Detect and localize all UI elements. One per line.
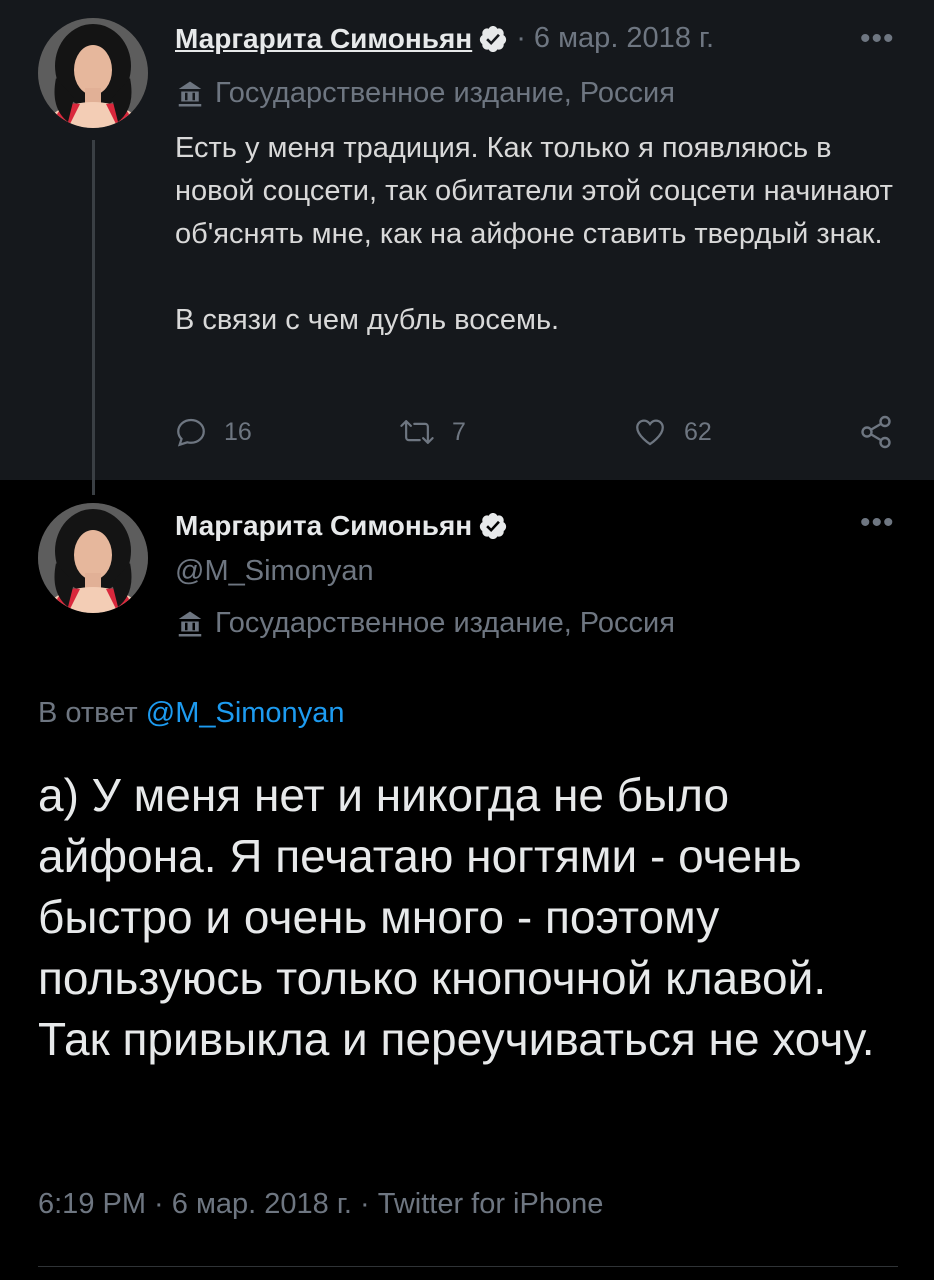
- like-button[interactable]: 62: [632, 415, 712, 449]
- affiliation-text: Государственное издание, Россия: [215, 607, 675, 639]
- share-button[interactable]: [858, 414, 910, 450]
- tweet-meta[interactable]: 6:19 PM · 6 мар. 2018 г. · Twitter for i…: [38, 1188, 603, 1221]
- tweet-paragraph: Есть у меня традиция. Как только я появл…: [175, 132, 893, 250]
- reply-button[interactable]: 16: [174, 415, 252, 449]
- tweet-paragraph: В связи с чем дубль восемь.: [175, 304, 560, 336]
- heart-icon: [636, 419, 664, 446]
- reply-count: 16: [224, 417, 252, 446]
- verified-badge-icon: [480, 25, 507, 52]
- tweet-text: Есть у меня традиция. Как только я появл…: [175, 127, 905, 342]
- retweet-icon: [400, 420, 434, 444]
- like-count: 62: [684, 417, 712, 446]
- parent-tweet[interactable]: Маргарита Симоньян · 6 мар. 2018 г. ••• …: [0, 0, 934, 495]
- avatar[interactable]: [38, 18, 148, 128]
- reply-bubble-icon: [177, 418, 205, 447]
- thread-connector-line: [92, 140, 95, 495]
- reply-prefix: В ответ: [38, 697, 138, 729]
- affiliation-text: Государственное издание, Россия: [215, 77, 675, 109]
- retweet-button[interactable]: 7: [398, 415, 466, 449]
- author-handle[interactable]: @M_Simonyan: [175, 555, 374, 588]
- more-dots-icon[interactable]: •••: [860, 24, 895, 54]
- affiliation-label: Государственное издание, Россия: [175, 607, 675, 640]
- tweet-text: а) У меня нет и никогда не было айфона. …: [38, 769, 875, 1065]
- avatar[interactable]: [38, 503, 148, 613]
- tweet-date[interactable]: · 6 мар. 2018 г.: [516, 22, 714, 55]
- author-row: Маргарита Симоньян: [175, 510, 508, 542]
- share-icon: [861, 415, 891, 449]
- government-building-icon: [178, 611, 202, 636]
- more-dots-icon[interactable]: •••: [860, 508, 895, 538]
- reply-context: В ответ @M_Simonyan: [38, 697, 344, 730]
- affiliation-label: Государственное издание, Россия: [175, 77, 675, 110]
- author-name[interactable]: Маргарита Симоньян: [175, 510, 472, 542]
- reply-to-handle-link[interactable]: @M_Simonyan: [146, 697, 345, 729]
- verified-badge-icon: [480, 513, 507, 540]
- author-name[interactable]: Маргарита Симоньян: [175, 23, 472, 55]
- author-row: Маргарита Симоньян · 6 мар. 2018 г.: [175, 22, 714, 55]
- divider: [38, 1266, 898, 1267]
- government-building-icon: [178, 81, 202, 106]
- retweet-count: 7: [452, 417, 466, 446]
